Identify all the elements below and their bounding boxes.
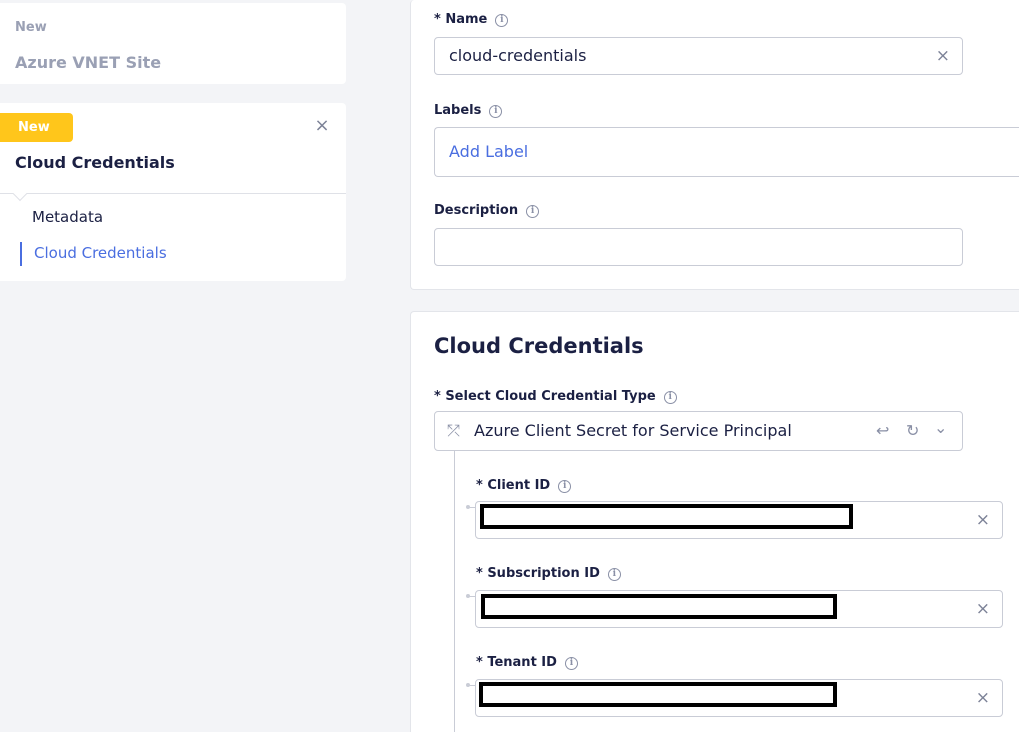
section-title: Cloud Credentials [434,334,644,358]
name-label: * Name i [434,12,509,27]
client-id-label: * Client ID i [476,478,572,493]
metadata-form-card: * Name i cloud-credentials × Labels i Add … [410,0,1019,290]
clear-icon[interactable]: × [976,591,990,627]
labels-input[interactable]: Add Label [434,127,1019,177]
redaction-box [479,682,837,707]
clear-icon[interactable]: × [936,38,950,74]
current-object-card: New × Cloud Credentials Metadata Cloud C… [0,103,346,281]
add-label-link[interactable]: Add Label [449,142,528,161]
active-indicator [20,242,22,266]
tenant-id-label: * Tenant ID i [476,655,578,670]
new-badge: New [0,113,73,142]
info-icon[interactable]: i [489,105,503,118]
reset-icon[interactable]: ↻ [906,412,919,450]
info-icon[interactable]: i [495,14,509,27]
info-icon[interactable]: i [607,568,621,581]
name-input[interactable]: cloud-credentials × [434,37,963,75]
info-icon[interactable]: i [663,391,677,404]
info-icon[interactable]: i [564,657,578,670]
parent-title: Azure VNET Site [15,53,162,72]
credential-type-select[interactable]: ⤱ Azure Client Secret for Service Princi… [434,411,963,451]
choice-icon: ⤱ [447,421,460,440]
labels-label: Labels i [434,103,503,118]
chevron-down-icon[interactable]: ⌄ [934,409,947,447]
name-value: cloud-credentials [449,46,587,65]
info-icon[interactable]: i [558,480,572,493]
credential-type-label: * Select Cloud Credential Type i [434,389,677,404]
parent-object-card[interactable]: New Azure VNET Site [0,3,346,84]
clear-icon[interactable]: × [976,680,990,716]
subscription-id-label: * Subscription ID i [476,566,621,581]
info-icon[interactable]: i [526,205,540,218]
current-object-title: Cloud Credentials [15,153,175,172]
parent-badge: New [15,20,47,35]
redaction-box [480,504,853,529]
divider [0,193,346,194]
clear-icon[interactable]: × [976,502,990,538]
sidebar-item-metadata[interactable]: Metadata [32,208,103,226]
description-input[interactable] [434,228,963,266]
cloud-credentials-card: Cloud Credentials * Select Cloud Credent… [410,311,1019,732]
credential-type-value: Azure Client Secret for Service Principa… [474,421,792,440]
undo-icon[interactable]: ↩ [876,412,889,450]
divider-notch [12,186,28,202]
redaction-box [481,594,837,619]
sidebar-item-cloud-credentials[interactable]: Cloud Credentials [34,244,167,262]
close-icon[interactable]: × [313,117,331,135]
tree-connector [454,451,455,732]
description-label: Description i [434,203,540,218]
